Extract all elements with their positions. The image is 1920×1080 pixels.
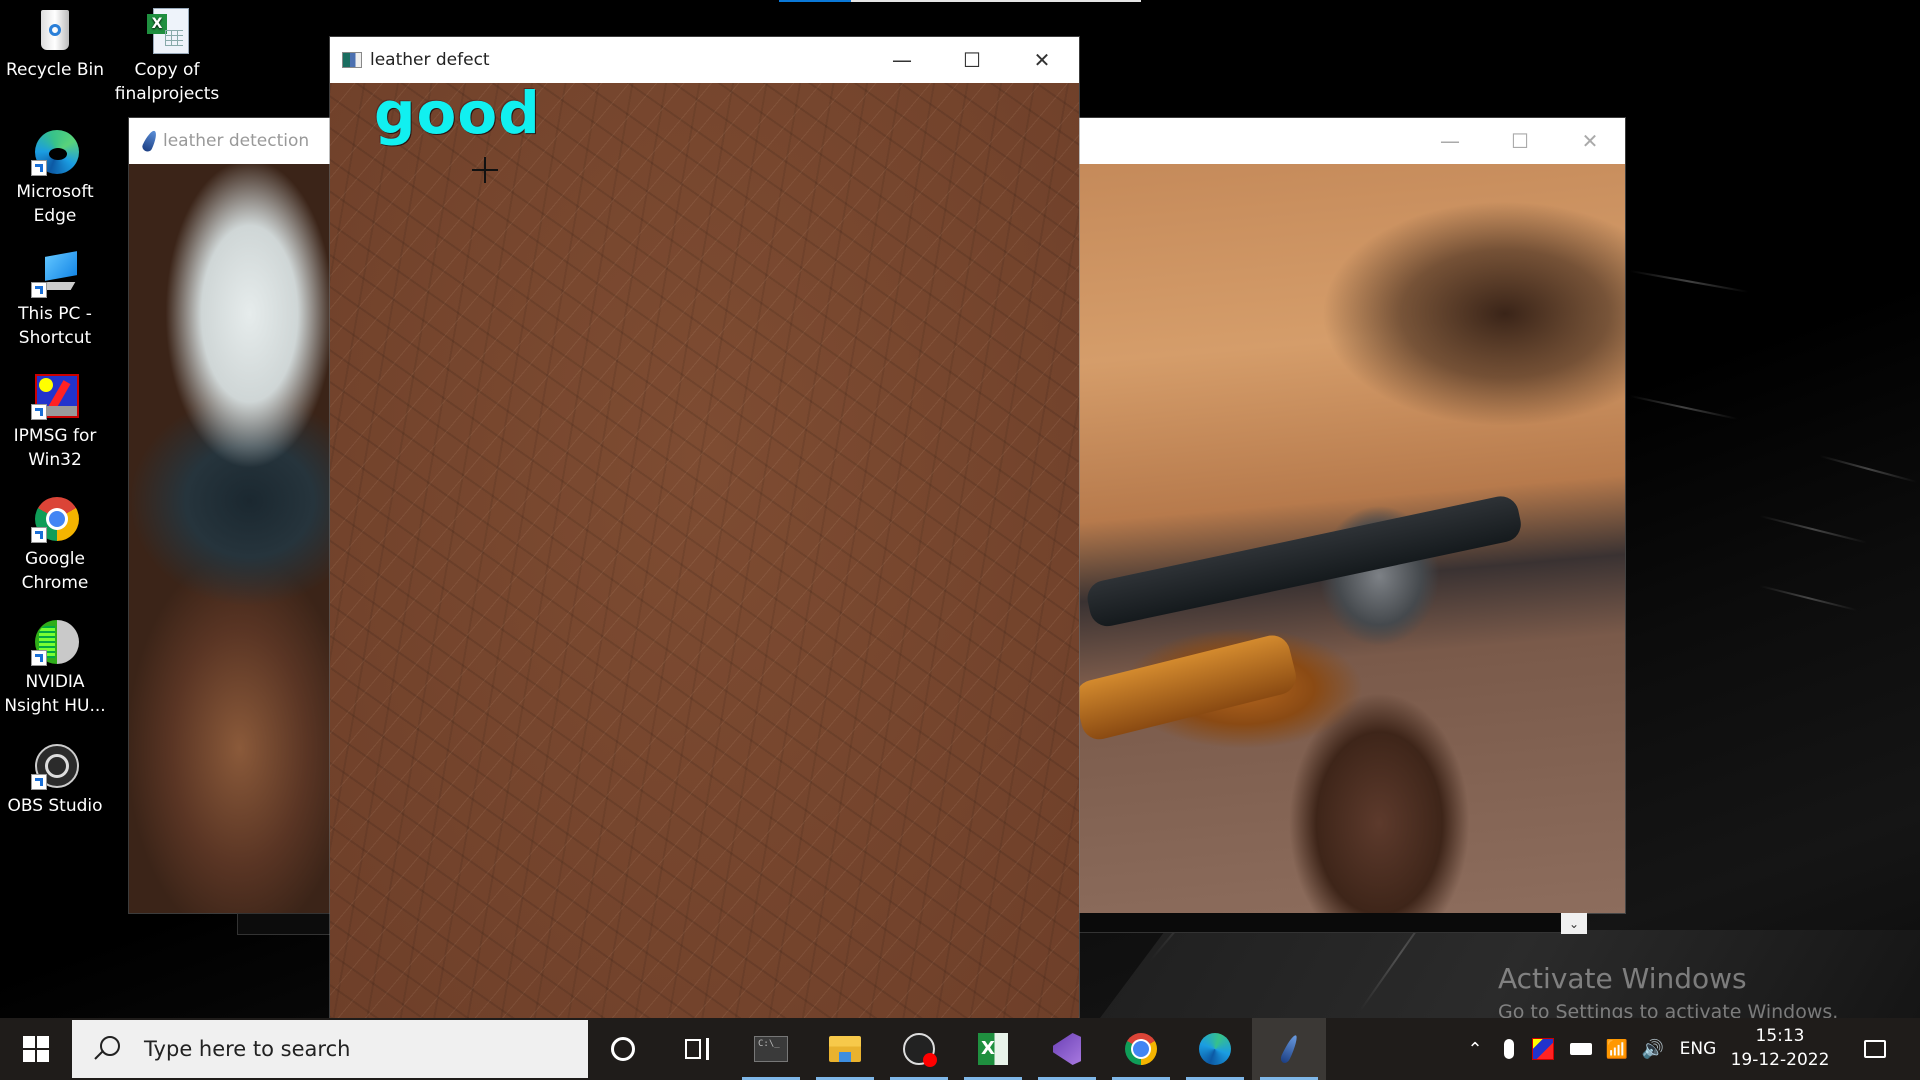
search-box[interactable]: Type here to search	[72, 1020, 588, 1078]
taskbar-command-prompt[interactable]: C:\_	[734, 1018, 808, 1080]
computer-icon	[31, 250, 79, 298]
edge-icon	[1199, 1033, 1231, 1065]
chrome-icon	[31, 495, 79, 543]
wallpaper-line	[1629, 395, 1738, 420]
chrome-icon	[1125, 1033, 1157, 1065]
windows-logo-icon	[23, 1036, 49, 1062]
top-progress-bar	[779, 0, 1141, 2]
taskbar-python-idle[interactable]	[1252, 1018, 1326, 1080]
desktop-icon-label: Recycle Bin	[5, 60, 104, 80]
obs-icon	[31, 742, 79, 790]
crosshair-cursor	[472, 157, 498, 183]
search-icon	[92, 1034, 122, 1064]
desktop-icon-obs-studio[interactable]: OBS Studio	[0, 742, 110, 818]
excel-file-icon: X	[143, 6, 191, 54]
top-progress-fill	[779, 0, 852, 2]
desktop-icon-label: Copy of finalprojects	[114, 60, 220, 104]
show-hidden-icons-button[interactable]: ⌃	[1460, 1018, 1490, 1080]
task-view-bar	[706, 1038, 709, 1060]
cortana-icon	[611, 1037, 635, 1061]
search-placeholder: Type here to search	[144, 1037, 351, 1061]
window-title: leather detection	[163, 131, 310, 151]
desktop-icon-ipmsg[interactable]: IPMSG for Win32	[0, 372, 110, 472]
action-center-button[interactable]	[1850, 1018, 1900, 1080]
taskbar-task-view[interactable]	[660, 1018, 734, 1080]
taskbar-microsoft-edge[interactable]	[1178, 1018, 1252, 1080]
activate-windows-watermark: Activate Windows Go to Settings to activ…	[1498, 962, 1838, 1026]
battery-icon[interactable]	[1564, 1018, 1598, 1080]
desktop-icon-recycle-bin[interactable]: Recycle Bin	[0, 6, 110, 82]
watermark-title: Activate Windows	[1498, 962, 1747, 995]
wallpaper-line	[1759, 585, 1858, 612]
wallpaper-line	[1629, 270, 1749, 293]
leather-tools-image	[1071, 164, 1625, 913]
app-window-icon	[342, 52, 362, 68]
desktop-icon-label: Microsoft Edge	[16, 182, 94, 226]
desktop-icon-label: NVIDIA Nsight HU...	[4, 672, 106, 716]
feather-icon	[140, 128, 160, 154]
desktop-icon-label: IPMSG for Win32	[13, 426, 97, 470]
edge-icon	[31, 128, 79, 176]
window-edge	[237, 913, 332, 935]
taskbar-visual-studio[interactable]	[1030, 1018, 1104, 1080]
minimize-button[interactable]: —	[867, 37, 937, 83]
folder-icon	[829, 1036, 861, 1062]
clock-time: 15:13	[1755, 1026, 1805, 1046]
maximize-button[interactable]: ☐	[937, 37, 1007, 83]
cmd-icon: C:\_	[754, 1036, 788, 1062]
ipmsg-tray-icon[interactable]	[1528, 1018, 1558, 1080]
desktop-icon-microsoft-edge[interactable]: Microsoft Edge	[0, 128, 110, 228]
taskbar-obs-studio[interactable]	[882, 1018, 956, 1080]
clock[interactable]: 15:13 19-12-2022	[1725, 1024, 1835, 1072]
leather-texture-image	[330, 83, 1079, 1018]
desktop-icon-google-chrome[interactable]: Google Chrome	[0, 495, 110, 595]
desktop-icon-nvidia-nsight[interactable]: NVIDIA Nsight HU...	[0, 618, 110, 718]
window-edge	[1079, 913, 1579, 933]
desktop-icon-copy-of-finalprojects[interactable]: X Copy of finalprojects	[112, 6, 222, 106]
excel-icon: X	[978, 1033, 1008, 1065]
desktop-icon-this-pc[interactable]: This PC - Shortcut	[0, 250, 110, 350]
language-indicator[interactable]: ENG	[1674, 1018, 1722, 1080]
taskbar-cortana[interactable]	[586, 1018, 660, 1080]
volume-icon[interactable]: 🔊	[1636, 1018, 1670, 1080]
desktop-icon-label: OBS Studio	[7, 796, 103, 816]
visual-studio-icon	[1053, 1033, 1081, 1065]
taskbar: Type here to search C:\_ X ⌃ 📶 🔊 ENG 15:…	[0, 1018, 1920, 1080]
leather-rolls-image	[129, 164, 330, 913]
notification-icon	[1864, 1040, 1886, 1058]
taskbar-excel[interactable]: X	[956, 1018, 1030, 1080]
chevron-down-icon[interactable]: ⌄	[1561, 913, 1587, 934]
classification-result-label: good	[374, 83, 541, 147]
nvidia-nsight-icon	[31, 618, 79, 666]
task-view-icon	[685, 1039, 701, 1059]
taskbar-file-explorer[interactable]	[808, 1018, 882, 1080]
close-button[interactable]: ✕	[1555, 118, 1625, 164]
obs-icon	[903, 1033, 937, 1067]
feather-icon	[1278, 1033, 1300, 1065]
leather-image-canvas: good	[330, 83, 1079, 1018]
desktop-icon-label: Google Chrome	[21, 549, 89, 593]
microphone-icon[interactable]	[1494, 1018, 1524, 1080]
wifi-icon[interactable]: 📶	[1602, 1018, 1632, 1080]
start-button[interactable]	[0, 1018, 72, 1080]
window-leather-defect[interactable]: leather defect — ☐ ✕ good	[330, 37, 1079, 1018]
ipmsg-icon	[31, 372, 79, 420]
minimize-button[interactable]: —	[1415, 118, 1485, 164]
window-title: leather defect	[370, 50, 490, 70]
clock-date: 19-12-2022	[1730, 1050, 1830, 1070]
wallpaper-line	[1759, 515, 1867, 544]
recycle-bin-icon	[31, 6, 79, 54]
maximize-button[interactable]: ☐	[1485, 118, 1555, 164]
taskbar-google-chrome[interactable]	[1104, 1018, 1178, 1080]
close-button[interactable]: ✕	[1007, 37, 1077, 83]
wallpaper-line	[1819, 455, 1917, 483]
title-bar[interactable]: leather defect — ☐ ✕	[330, 37, 1079, 83]
desktop-icon-label: This PC - Shortcut	[18, 304, 92, 348]
